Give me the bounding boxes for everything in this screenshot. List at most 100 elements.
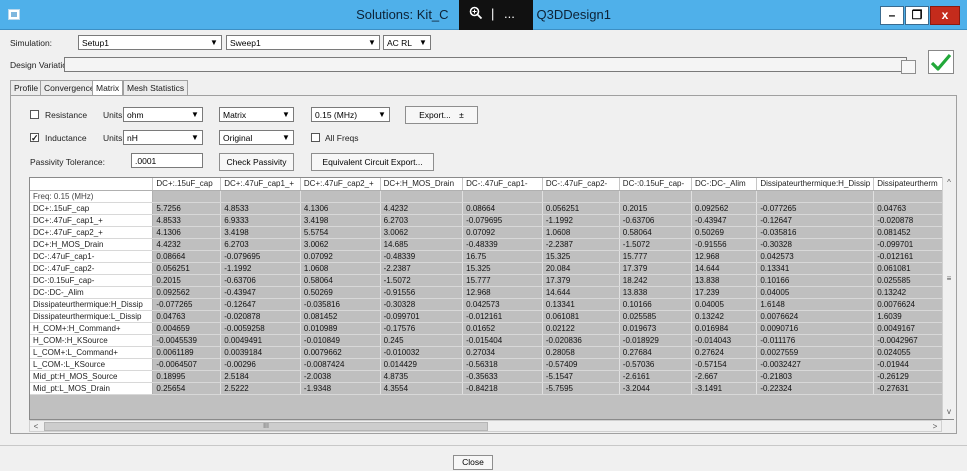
export-button[interactable]: Export... ± (405, 106, 478, 124)
resistance-checkbox[interactable] (30, 110, 39, 119)
matrix-cell[interactable]: -1.9348 (300, 382, 381, 395)
matrix-cell[interactable]: -0.43947 (220, 286, 301, 299)
matrix-cell[interactable]: -0.84218 (462, 382, 543, 395)
matrix-cell[interactable]: -0.17576 (380, 322, 464, 335)
row-header[interactable]: DC+:.47uF_cap1_+ (30, 214, 154, 227)
matrix-cell[interactable]: -0.0087424 (300, 358, 381, 371)
row-header[interactable]: L_COM-:L_KSource (30, 358, 154, 371)
matrix-cell[interactable]: -0.077265 (152, 298, 222, 311)
matrix-cell[interactable]: 0.092562 (691, 202, 758, 215)
row-header[interactable]: Dissipateurthermique:H_Dissip (30, 298, 154, 311)
matrix-cell[interactable]: 0.04005 (691, 298, 758, 311)
row-header[interactable]: DC+:H_MOS_Drain (30, 238, 154, 251)
table-row[interactable]: DC-:0.15uF_cap- 0.2015 -0.63706 0.58064 -1.5… (30, 274, 953, 287)
scroll-left-icon[interactable]: < (30, 421, 42, 432)
matrix-cell[interactable]: 0.025585 (619, 310, 692, 323)
matrix-cell[interactable]: -0.21803 (756, 370, 875, 383)
matrix-cell[interactable]: 3.0062 (380, 226, 464, 239)
scroll-right-icon[interactable]: > (929, 421, 941, 432)
matrix-cell[interactable]: 0.18995 (152, 370, 222, 383)
matrix-cell[interactable]: -0.56318 (462, 358, 543, 371)
matrix-cell[interactable]: 15.325 (462, 262, 543, 275)
solution-mode-select[interactable]: AC RL ▼ (383, 35, 431, 50)
row-header[interactable]: Mid_pt:L_MOS_Drain (30, 382, 154, 395)
matrix-cell[interactable]: -0.0059258 (220, 322, 301, 335)
table-row[interactable]: DC+:H_MOS_Drain 4.4232 6.2703 3.0062 14.685-… (30, 238, 953, 251)
column-header[interactable]: Dissipateurthermique:H_Dissip (756, 178, 875, 191)
matrix-cell[interactable]: 16.75 (462, 250, 543, 263)
matrix-cell[interactable]: 0.0027559 (756, 346, 875, 359)
magnifier-icon[interactable] (469, 6, 483, 23)
matrix-cell[interactable]: -0.00296 (220, 358, 301, 371)
matrix-cell[interactable]: -0.011176 (756, 334, 875, 347)
matrix-cell[interactable]: 0.08664 (152, 250, 222, 263)
table-row[interactable]: Dissipateurthermique:L_Dissip 0.04763 -0.0… (30, 310, 953, 323)
matrix-cell[interactable]: -2.2387 (380, 262, 464, 275)
matrix-cell[interactable]: -1.1992 (220, 262, 301, 275)
matrix-cell[interactable]: 0.0079662 (300, 346, 381, 359)
matrix-cell[interactable]: 0.042573 (462, 298, 543, 311)
all-freqs-checkbox[interactable] (311, 133, 320, 142)
matrix-cell[interactable]: -0.30328 (380, 298, 464, 311)
matrix-cell[interactable]: 0.016984 (691, 322, 758, 335)
matrix-cell[interactable]: 0.27034 (462, 346, 543, 359)
matrix-cell[interactable]: -0.0064507 (152, 358, 222, 371)
matrix-cell[interactable]: 15.777 (462, 274, 543, 287)
matrix-cell[interactable]: 0.056251 (152, 262, 222, 275)
matrix-cell[interactable]: -0.63706 (220, 274, 301, 287)
matrix-cell[interactable]: 6.2703 (380, 214, 464, 227)
matrix-cell[interactable]: -0.020878 (220, 310, 301, 323)
column-header[interactable]: DC-:DC-_Alim (691, 178, 758, 191)
table-row[interactable]: Dissipateurthermique:H_Dissip -0.077265 -0… (30, 298, 953, 311)
matrix-cell[interactable]: -0.099701 (380, 310, 464, 323)
matrix-cell[interactable]: 0.10166 (756, 274, 875, 287)
row-header[interactable]: DC-:.47uF_cap2- (30, 262, 154, 275)
matrix-cell[interactable]: 0.004659 (152, 322, 222, 335)
matrix-cell[interactable]: 17.379 (619, 262, 692, 275)
column-header[interactable]: DC+:.47uF_cap2_+ (300, 178, 381, 191)
matrix-cell[interactable]: -0.015404 (462, 334, 543, 347)
matrix-cell[interactable]: 3.4198 (220, 226, 301, 239)
matrix-cell[interactable]: -0.0032427 (756, 358, 875, 371)
column-header[interactable]: DC-:0.15uF_cap- (619, 178, 692, 191)
matrix-cell[interactable]: 0.25654 (152, 382, 222, 395)
matrix-cell[interactable]: 0.081452 (300, 310, 381, 323)
design-variation-browse-button[interactable] (901, 60, 916, 74)
matrix-cell[interactable]: 5.5754 (300, 226, 381, 239)
matrix-cell[interactable]: -0.35633 (462, 370, 543, 383)
inductance-matrix-type-select[interactable]: Original ▼ (219, 130, 294, 145)
matrix-cell[interactable]: 0.0090716 (756, 322, 875, 335)
matrix-cell[interactable]: -0.010849 (300, 334, 381, 347)
row-header[interactable]: DC-:0.15uF_cap- (30, 274, 154, 287)
table-row[interactable]: H_COM-:H_KSource -0.0045539 0.0049491 -0.01… (30, 334, 953, 347)
matrix-cell[interactable]: -0.012161 (462, 310, 543, 323)
matrix-cell[interactable]: -0.0045539 (152, 334, 222, 347)
matrix-cell[interactable]: -1.1992 (542, 214, 620, 227)
matrix-cell[interactable]: 0.2015 (619, 202, 692, 215)
matrix-cell[interactable]: 12.968 (462, 286, 543, 299)
resistance-matrix-type-select[interactable]: Matrix ▼ (219, 107, 294, 122)
matrix-cell[interactable]: 0.02122 (542, 322, 620, 335)
matrix-cell[interactable]: -0.26129 (873, 370, 953, 383)
table-row[interactable]: L_COM-:L_KSource -0.0064507 -0.00296 -0.008… (30, 358, 953, 371)
matrix-cell[interactable]: -0.099701 (873, 238, 953, 251)
matrix-cell[interactable]: -0.30328 (756, 238, 875, 251)
matrix-cell[interactable]: 15.325 (542, 250, 620, 263)
matrix-cell[interactable]: 1.0608 (542, 226, 620, 239)
check-passivity-button[interactable]: Check Passivity (219, 153, 294, 171)
table-row[interactable]: L_COM+:L_Command+ 0.0061189 0.0039184 0.007… (30, 346, 953, 359)
matrix-cell[interactable]: 0.010989 (300, 322, 381, 335)
matrix-cell[interactable]: -0.12647 (220, 298, 301, 311)
column-header[interactable]: DC-:.47uF_cap2- (542, 178, 620, 191)
minimize-button[interactable]: – (880, 6, 904, 25)
design-variation-field[interactable] (64, 57, 907, 72)
matrix-cell[interactable]: 0.0039184 (220, 346, 301, 359)
tab-mesh-statistics[interactable]: Mesh Statistics (123, 80, 189, 95)
setup-select[interactable]: Setup1 ▼ (78, 35, 222, 50)
matrix-cell[interactable]: -0.27631 (873, 382, 953, 395)
table-row[interactable]: DC-:.47uF_cap2- 0.056251 -1.1992 1.0608 -2.2… (30, 262, 953, 275)
table-row[interactable]: Mid_pt:H_MOS_Source 0.18995 2.5184 -2.0038 4… (30, 370, 953, 383)
matrix-cell[interactable]: -0.57154 (691, 358, 758, 371)
matrix-cell[interactable]: -5.7595 (542, 382, 620, 395)
matrix-cell[interactable]: 14.644 (691, 262, 758, 275)
